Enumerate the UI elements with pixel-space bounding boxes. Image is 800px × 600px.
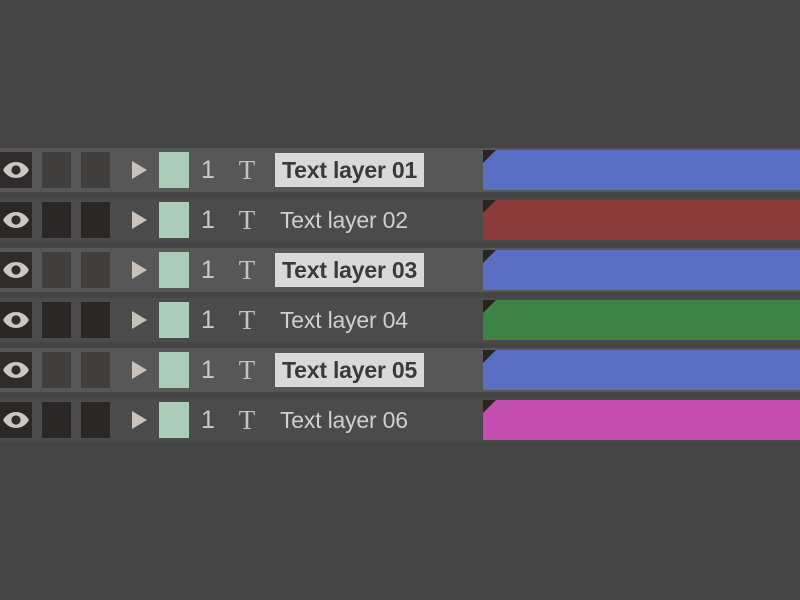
- layer-index: 1: [191, 148, 225, 192]
- expand-triangle-icon[interactable]: [124, 152, 154, 188]
- layer-row[interactable]: 1T Text layer 06: [0, 398, 800, 442]
- lock-toggle-box[interactable]: [42, 152, 71, 188]
- lock-toggle-box[interactable]: [42, 402, 71, 438]
- triangle-glyph: [132, 311, 147, 329]
- layer-index: 1: [191, 248, 225, 292]
- bar-corner-marker-icon: [483, 350, 496, 363]
- triangle-glyph: [132, 411, 147, 429]
- eye-icon[interactable]: [0, 152, 32, 188]
- triangle-glyph: [132, 261, 147, 279]
- expand-triangle-icon[interactable]: [124, 252, 154, 288]
- text-type-icon: T: [229, 198, 265, 242]
- timeline-track: [483, 350, 800, 390]
- layer-row-controls: 1T: [0, 348, 265, 392]
- layer-name-input[interactable]: Text layer 03: [275, 253, 424, 287]
- layer-row-controls: 1T: [0, 248, 265, 292]
- layer-index: 1: [191, 298, 225, 342]
- timeline-track: [483, 200, 800, 240]
- layer-row-controls: 1T: [0, 298, 265, 342]
- bar-corner-marker-icon: [483, 200, 496, 213]
- layer-name-cell[interactable]: Text layer 03: [275, 248, 451, 292]
- layer-list: 1TText layer 011TText layer 021TText lay…: [0, 148, 800, 448]
- layer-row[interactable]: 1T Text layer 04: [0, 298, 800, 342]
- eye-icon[interactable]: [0, 402, 32, 438]
- timeline-bar[interactable]: [483, 250, 800, 290]
- layer-timeline-panel: 1TText layer 011TText layer 021TText lay…: [0, 0, 800, 600]
- layer-row-controls: 1T: [0, 148, 265, 192]
- expand-triangle-icon[interactable]: [124, 402, 154, 438]
- bar-corner-marker-icon: [483, 400, 496, 413]
- text-type-icon: T: [229, 398, 265, 442]
- layer-row[interactable]: 1T Text layer 03: [0, 248, 800, 292]
- expand-triangle-icon[interactable]: [124, 202, 154, 238]
- layer-index: 1: [191, 348, 225, 392]
- text-type-icon: T: [229, 248, 265, 292]
- solo-toggle-box[interactable]: [81, 402, 110, 438]
- eye-icon[interactable]: [0, 302, 32, 338]
- layer-color-swatch[interactable]: [159, 302, 189, 338]
- text-type-icon: T: [229, 348, 265, 392]
- layer-name-label[interactable]: Text layer 06: [275, 403, 413, 437]
- layer-name-label[interactable]: Text layer 02: [275, 203, 413, 237]
- layer-row[interactable]: 1T Text layer 01: [0, 148, 800, 192]
- text-type-icon: T: [229, 298, 265, 342]
- layer-color-swatch[interactable]: [159, 252, 189, 288]
- layer-name-cell[interactable]: Text layer 01: [275, 148, 451, 192]
- solo-toggle-box[interactable]: [81, 152, 110, 188]
- layer-name-input[interactable]: Text layer 01: [275, 153, 424, 187]
- expand-triangle-icon[interactable]: [124, 352, 154, 388]
- layer-color-swatch[interactable]: [159, 152, 189, 188]
- layer-name-cell[interactable]: Text layer 06: [275, 398, 451, 442]
- lock-toggle-box[interactable]: [42, 202, 71, 238]
- layer-name-cell[interactable]: Text layer 04: [275, 298, 451, 342]
- layer-row[interactable]: 1T Text layer 02: [0, 198, 800, 242]
- lock-toggle-box[interactable]: [42, 252, 71, 288]
- timeline-bar[interactable]: [483, 400, 800, 440]
- layer-name-input[interactable]: Text layer 05: [275, 353, 424, 387]
- timeline-bar[interactable]: [483, 150, 800, 190]
- layer-index: 1: [191, 198, 225, 242]
- timeline-bar[interactable]: [483, 300, 800, 340]
- layer-row-controls: 1T: [0, 398, 265, 442]
- text-type-icon: T: [229, 148, 265, 192]
- lock-toggle-box[interactable]: [42, 302, 71, 338]
- eye-icon[interactable]: [0, 252, 32, 288]
- lock-toggle-box[interactable]: [42, 352, 71, 388]
- layer-name-cell[interactable]: Text layer 05: [275, 348, 451, 392]
- bar-corner-marker-icon: [483, 150, 496, 163]
- solo-toggle-box[interactable]: [81, 302, 110, 338]
- triangle-glyph: [132, 211, 147, 229]
- eye-icon[interactable]: [0, 352, 32, 388]
- timeline-track: [483, 150, 800, 190]
- expand-triangle-icon[interactable]: [124, 302, 154, 338]
- solo-toggle-box[interactable]: [81, 252, 110, 288]
- triangle-glyph: [132, 361, 147, 379]
- timeline-track: [483, 300, 800, 340]
- timeline-track: [483, 400, 800, 440]
- timeline-bar[interactable]: [483, 200, 800, 240]
- layer-row-controls: 1T: [0, 198, 265, 242]
- timeline-track: [483, 250, 800, 290]
- layer-name-label[interactable]: Text layer 04: [275, 303, 413, 337]
- timeline-bar[interactable]: [483, 350, 800, 390]
- eye-icon[interactable]: [0, 202, 32, 238]
- bar-corner-marker-icon: [483, 300, 496, 313]
- layer-index: 1: [191, 398, 225, 442]
- solo-toggle-box[interactable]: [81, 352, 110, 388]
- triangle-glyph: [132, 161, 147, 179]
- layer-name-cell[interactable]: Text layer 02: [275, 198, 451, 242]
- solo-toggle-box[interactable]: [81, 202, 110, 238]
- bar-corner-marker-icon: [483, 250, 496, 263]
- layer-color-swatch[interactable]: [159, 352, 189, 388]
- layer-color-swatch[interactable]: [159, 402, 189, 438]
- layer-row[interactable]: 1T Text layer 05: [0, 348, 800, 392]
- layer-color-swatch[interactable]: [159, 202, 189, 238]
